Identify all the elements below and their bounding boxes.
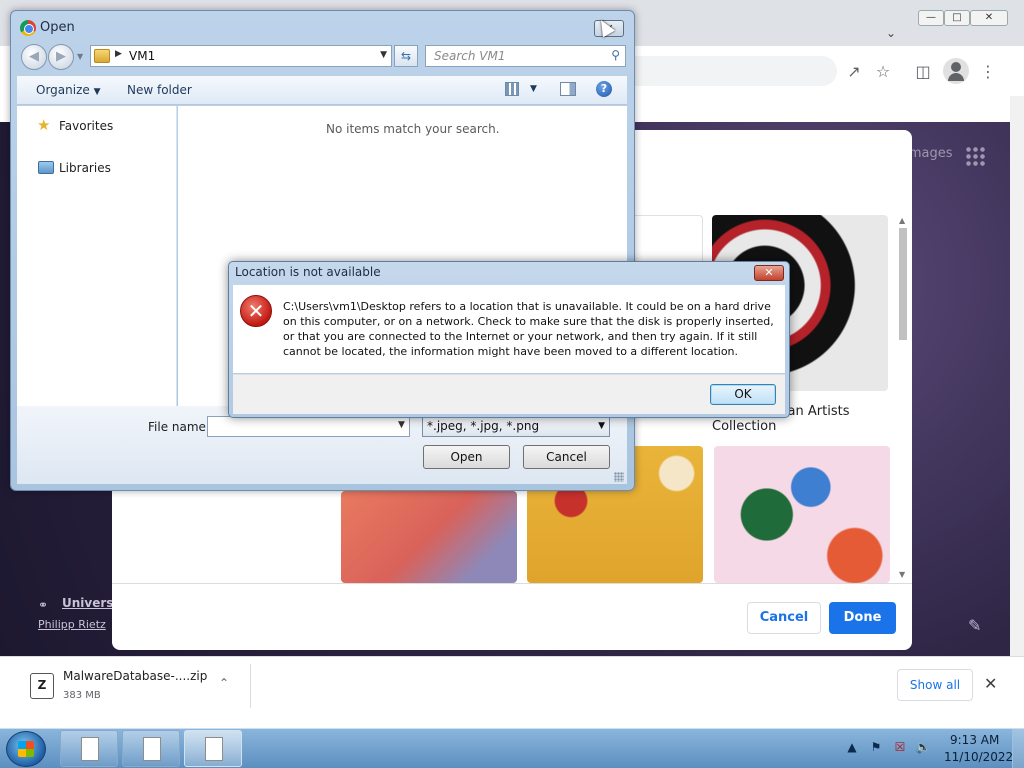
background-thumbnail-art-3[interactable]: [714, 446, 890, 583]
minimize-button[interactable]: —: [918, 10, 944, 26]
clock-time[interactable]: 9:13 AM: [950, 733, 999, 747]
search-placeholder: Search VM1: [434, 49, 506, 63]
link-icon: ⚭: [38, 598, 49, 612]
taskbar-item-3[interactable]: [184, 730, 242, 767]
close-icon[interactable]: ✕: [984, 674, 997, 693]
preview-pane-icon[interactable]: [560, 82, 576, 96]
breadcrumb-arrow-icon[interactable]: ▶: [115, 49, 122, 59]
document-icon: [81, 737, 99, 761]
pencil-icon[interactable]: ✎: [968, 616, 981, 635]
breadcrumb[interactable]: VM1: [129, 49, 155, 63]
chrome-icon: [20, 20, 36, 36]
error-dialog-footer: [233, 374, 785, 414]
bookmark-star-icon[interactable]: ☆: [871, 60, 895, 84]
download-divider: [250, 664, 251, 708]
resize-grip[interactable]: [614, 472, 624, 482]
chevron-up-icon[interactable]: ⌃: [219, 676, 229, 690]
maximize-button[interactable]: □: [944, 10, 970, 26]
share-icon[interactable]: ↗: [842, 60, 866, 84]
windows-start-icon[interactable]: [18, 741, 34, 757]
download-file-name[interactable]: MalwareDatabase-....zip: [63, 669, 207, 683]
chevron-down-icon: ▼: [93, 87, 101, 97]
empty-message: No items match your search.: [326, 122, 500, 136]
folder-icon: [94, 49, 110, 63]
error-icon: ✕: [240, 295, 272, 327]
show-all-button[interactable]: Show all: [897, 669, 973, 701]
tab-search-chevron-icon[interactable]: ⌄: [886, 26, 896, 40]
zip-file-icon[interactable]: Z: [30, 673, 54, 699]
open-dialog-title: Open: [40, 20, 75, 35]
download-file-size: 383 MB: [63, 690, 101, 701]
scroll-up-icon[interactable]: ▲: [899, 216, 905, 225]
network-icon[interactable]: ☒: [892, 740, 908, 754]
document-icon: [143, 737, 161, 761]
file-name-label: File name:: [148, 420, 210, 434]
ok-button[interactable]: OK: [710, 384, 776, 405]
nav-item-favorites[interactable]: Favorites: [59, 119, 113, 133]
taskbar-item-2[interactable]: [122, 730, 180, 767]
images-link[interactable]: Images: [905, 146, 953, 161]
apps-icon[interactable]: [965, 146, 985, 166]
taskbar-item-1[interactable]: [60, 730, 118, 767]
side-panel-icon[interactable]: ◫: [911, 60, 935, 84]
file-type-value: *.jpeg, *.jpg, *.png: [427, 419, 540, 433]
action-center-icon[interactable]: ⚑: [868, 740, 884, 754]
views-icon[interactable]: [505, 82, 519, 96]
nav-item-libraries[interactable]: Libraries: [59, 161, 111, 175]
search-input[interactable]: Search VM1 ⚲: [425, 45, 626, 67]
address-bar[interactable]: ▶ VM1 ▼: [90, 45, 392, 67]
recent-locations-icon[interactable]: ▼: [77, 52, 83, 61]
file-name-dropdown-icon[interactable]: ▼: [398, 420, 405, 430]
file-name-input[interactable]: [207, 416, 410, 437]
attribution-author[interactable]: Philipp Rietz: [38, 618, 106, 631]
back-icon[interactable]: ◀: [21, 44, 47, 70]
show-desktop-button[interactable]: [1012, 729, 1024, 768]
error-dialog-close-button[interactable]: ✕: [754, 265, 784, 281]
download-bar: [0, 656, 1024, 716]
navigation-pane: [17, 106, 177, 406]
error-message: C:\Users\vm1\Desktop refers to a locatio…: [283, 300, 774, 358]
error-dialog-title: Location is not available: [235, 265, 381, 279]
customize-cancel-button[interactable]: Cancel: [747, 602, 821, 634]
views-dropdown-icon[interactable]: ▼: [530, 84, 537, 94]
star-icon: ★: [37, 116, 51, 134]
background-thumbnail-art-1[interactable]: [341, 491, 517, 583]
search-icon[interactable]: ⚲: [611, 48, 620, 62]
volume-icon[interactable]: 🔈: [915, 740, 931, 754]
open-button[interactable]: Open: [423, 445, 510, 469]
window-close-button[interactable]: ✕: [970, 10, 1008, 26]
organize-label: Organize: [36, 83, 90, 97]
scroll-thumb[interactable]: [899, 228, 907, 340]
customize-divider: [112, 583, 912, 584]
page-scrollbar[interactable]: [1010, 96, 1024, 656]
customize-scrollbar[interactable]: ▲ ▼: [896, 216, 910, 582]
libraries-icon: [38, 161, 54, 174]
omnibox[interactable]: [632, 56, 837, 86]
refresh-icon[interactable]: ⇆: [394, 45, 418, 67]
forward-icon[interactable]: ▶: [48, 44, 74, 70]
document-icon: [205, 737, 223, 761]
cancel-button[interactable]: Cancel: [523, 445, 610, 469]
organize-menu[interactable]: Organize ▼: [36, 83, 101, 97]
new-folder-button[interactable]: New folder: [127, 83, 192, 97]
customize-done-button[interactable]: Done: [829, 602, 896, 634]
show-hidden-icons[interactable]: ▲: [844, 740, 860, 754]
scroll-down-icon[interactable]: ▼: [899, 570, 905, 579]
file-type-select[interactable]: *.jpeg, *.jpg, *.png ▼: [422, 416, 610, 437]
menu-icon[interactable]: ⋮: [976, 60, 1000, 84]
file-type-dropdown-icon: ▼: [598, 421, 605, 431]
address-dropdown-icon[interactable]: ▼: [380, 50, 387, 60]
clock-date[interactable]: 11/10/2022: [944, 750, 1013, 764]
collection-caption-line2: Collection: [712, 419, 777, 434]
profile-icon[interactable]: [943, 58, 969, 84]
help-icon[interactable]: ?: [596, 81, 612, 97]
